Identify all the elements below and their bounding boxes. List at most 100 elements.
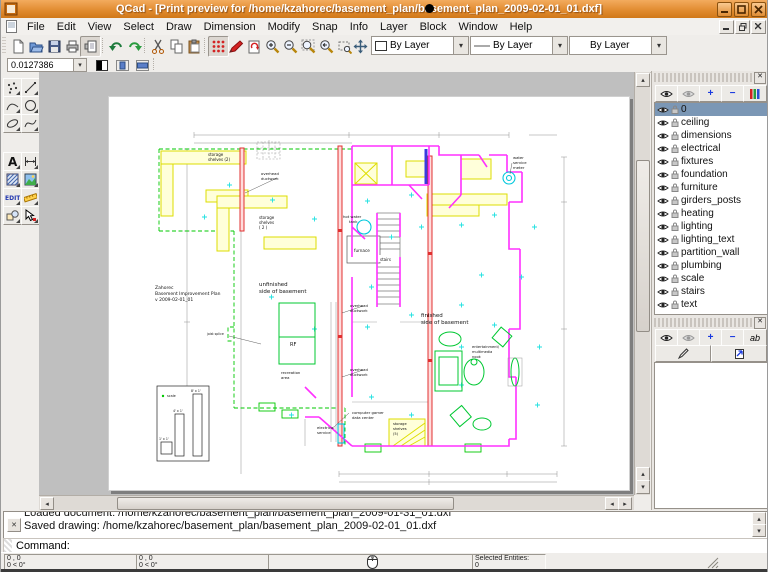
- redo-button[interactable]: [124, 36, 145, 57]
- splines-tool[interactable]: [21, 114, 40, 133]
- remove-layer-button[interactable]: −: [721, 85, 744, 102]
- mdi-restore-button[interactable]: [735, 20, 750, 34]
- layer-row[interactable]: heating: [655, 207, 767, 220]
- horizontal-scrollbar[interactable]: ◂ ◂ ▸: [39, 495, 634, 510]
- toolbar-grip[interactable]: [2, 37, 6, 55]
- layer-row[interactable]: 0: [655, 103, 767, 116]
- document-icon[interactable]: [6, 20, 17, 33]
- insert-block-button[interactable]: [711, 345, 767, 362]
- horizontal-scroll-thumb[interactable]: [117, 497, 454, 510]
- menu-block[interactable]: Block: [414, 20, 453, 34]
- vertical-scroll-thumb[interactable]: [636, 160, 650, 332]
- paste-button[interactable]: [184, 36, 205, 57]
- lines-tool[interactable]: [21, 78, 40, 97]
- add-layer-button[interactable]: +: [699, 85, 722, 102]
- layer-row[interactable]: ceiling: [655, 116, 767, 129]
- menu-edit[interactable]: Edit: [51, 20, 82, 34]
- scroll-left-button[interactable]: ◂: [40, 497, 54, 510]
- dimensions-tool[interactable]: [21, 152, 40, 171]
- select-tool[interactable]: [21, 206, 40, 225]
- minimize-button[interactable]: [717, 2, 732, 17]
- layer-panel-handle[interactable]: ✕: [654, 73, 766, 82]
- vertical-scrollbar[interactable]: ▴ ▴ ▾: [634, 72, 650, 495]
- points-tool[interactable]: [3, 78, 22, 97]
- command-history[interactable]: ✕ Loaded document: /home/kzahorec/baseme…: [3, 511, 768, 539]
- menu-help[interactable]: Help: [504, 20, 539, 34]
- chevron-down-icon[interactable]: ▾: [453, 37, 468, 54]
- menu-dimension[interactable]: Dimension: [198, 20, 262, 34]
- layer-row[interactable]: text: [655, 298, 767, 311]
- circles-tool[interactable]: [21, 96, 40, 115]
- arcs-tool[interactable]: [3, 96, 22, 115]
- edit-tool[interactable]: EDIT: [3, 188, 22, 207]
- layer-row[interactable]: furniture: [655, 181, 767, 194]
- scroll-left-button[interactable]: ◂: [605, 497, 619, 510]
- scroll-down-button[interactable]: ▾: [636, 480, 650, 494]
- center-page-button[interactable]: [113, 57, 131, 73]
- image-tool[interactable]: [21, 170, 40, 189]
- scroll-up-button[interactable]: ▴: [636, 73, 650, 87]
- black-white-toggle-button[interactable]: [93, 57, 111, 73]
- block-list[interactable]: [654, 362, 768, 509]
- scroll-down-button[interactable]: ▾: [752, 524, 766, 537]
- layer-row[interactable]: stairs: [655, 285, 767, 298]
- menu-select[interactable]: Select: [117, 20, 160, 34]
- close-command-history-button[interactable]: ✕: [7, 518, 21, 532]
- layer-row[interactable]: lighting_text: [655, 233, 767, 246]
- layer-list[interactable]: 0 ceiling dimensions electrical fixtures…: [654, 102, 768, 315]
- layer-row[interactable]: fixtures: [655, 155, 767, 168]
- layer-attributes-button[interactable]: [743, 85, 767, 102]
- app-icon[interactable]: [4, 2, 18, 16]
- print-preview-button[interactable]: [80, 36, 101, 57]
- zoom-pan-button[interactable]: [350, 36, 371, 57]
- layer-row[interactable]: partition_wall: [655, 246, 767, 259]
- chevron-down-icon[interactable]: ▾: [651, 37, 666, 54]
- menu-draw[interactable]: Draw: [160, 20, 198, 34]
- drawing-canvas[interactable]: storage shelves (2) storage shelves ( 2 …: [39, 72, 634, 495]
- block-panel-handle[interactable]: ✕: [654, 318, 766, 327]
- menu-file[interactable]: File: [21, 20, 51, 34]
- hide-all-blocks-button[interactable]: [677, 329, 700, 346]
- edit-block-button[interactable]: [655, 345, 711, 362]
- scroll-up-button[interactable]: ▴: [636, 467, 650, 481]
- layer-row[interactable]: plumbing: [655, 259, 767, 272]
- menu-view[interactable]: View: [82, 20, 118, 34]
- layer-row[interactable]: lighting: [655, 220, 767, 233]
- ellipses-tool[interactable]: [3, 114, 22, 133]
- show-all-blocks-button[interactable]: [655, 329, 678, 346]
- menu-info[interactable]: Info: [344, 20, 374, 34]
- add-block-button[interactable]: +: [699, 329, 722, 346]
- show-all-layers-button[interactable]: [655, 85, 678, 102]
- mdi-close-button[interactable]: [751, 20, 766, 34]
- chevron-down-icon[interactable]: ▾: [73, 59, 86, 71]
- hide-all-layers-button[interactable]: [677, 85, 700, 102]
- menu-layer[interactable]: Layer: [374, 20, 414, 34]
- text-tool[interactable]: A: [3, 152, 22, 171]
- measure-tool[interactable]: [21, 188, 40, 207]
- resize-grip[interactable]: [707, 557, 719, 569]
- menu-modify[interactable]: Modify: [262, 20, 306, 34]
- menu-snap[interactable]: Snap: [306, 20, 344, 34]
- scroll-right-button[interactable]: ▸: [618, 497, 632, 510]
- blocks-tool[interactable]: [3, 206, 22, 225]
- menu-window[interactable]: Window: [452, 20, 503, 34]
- close-button[interactable]: [751, 2, 766, 17]
- line-type-combo[interactable]: By Layer▾: [569, 36, 667, 55]
- layer-row[interactable]: dimensions: [655, 129, 767, 142]
- layer-row[interactable]: scale: [655, 272, 767, 285]
- titlebar[interactable]: QCad - [Print preview for /home/kzahorec…: [1, 0, 768, 19]
- fit-page-button[interactable]: [133, 57, 151, 73]
- layer-row[interactable]: electrical: [655, 142, 767, 155]
- layer-row[interactable]: girders_posts: [655, 194, 767, 207]
- close-icon[interactable]: ✕: [754, 317, 766, 329]
- mdi-minimize-button[interactable]: [719, 20, 734, 34]
- close-icon[interactable]: ✕: [754, 72, 766, 84]
- color-combo[interactable]: By Layer▾: [371, 36, 469, 55]
- rename-block-button[interactable]: ab: [743, 329, 767, 346]
- command-line[interactable]: Command:: [3, 538, 768, 553]
- hatch-tool[interactable]: [3, 170, 22, 189]
- scale-combo[interactable]: 0.0127386▾: [7, 58, 87, 72]
- maximize-button[interactable]: [734, 2, 749, 17]
- layer-row[interactable]: foundation: [655, 168, 767, 181]
- remove-block-button[interactable]: −: [721, 329, 744, 346]
